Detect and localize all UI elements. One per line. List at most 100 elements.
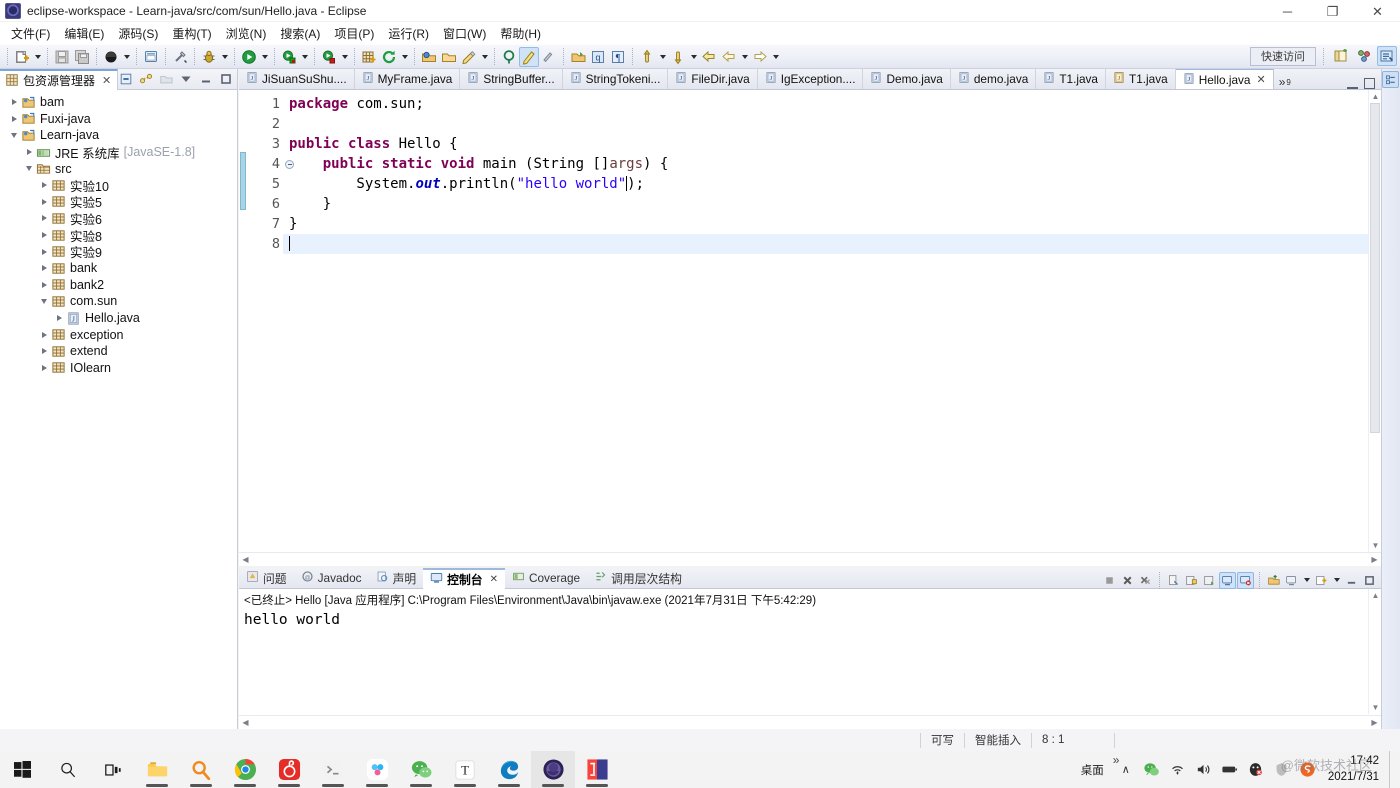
menu-refactor[interactable]: 重构(T) — [165, 23, 218, 44]
show-desktop-button[interactable] — [1389, 751, 1396, 788]
close-icon[interactable]: ✕ — [102, 74, 111, 87]
search-button[interactable] — [45, 751, 90, 788]
console-tab[interactable]: 问题 — [239, 568, 294, 589]
forward-icon[interactable] — [750, 47, 770, 67]
search-dropdown-icon[interactable] — [479, 47, 490, 67]
console-output-area[interactable]: <已终止> Hello [Java 应用程序] C:\Program Files… — [239, 589, 1368, 714]
chevron-right-icon[interactable] — [38, 343, 50, 359]
link-with-editor-icon[interactable] — [137, 70, 155, 88]
tree-item[interactable]: com.sun — [0, 293, 237, 310]
focus-on-active-task-icon[interactable] — [157, 70, 175, 88]
chevron-right-icon[interactable] — [38, 227, 50, 243]
editor-tab[interactable]: J Demo.java — [863, 69, 951, 89]
show-console-on-output-icon[interactable] — [1219, 571, 1236, 589]
java-perspective-icon[interactable] — [1377, 46, 1397, 66]
external-tools-icon[interactable] — [319, 47, 339, 67]
chevron-right-icon[interactable] — [23, 144, 35, 160]
chevron-right-icon[interactable] — [38, 177, 50, 193]
toggle-mark-occurrences-icon[interactable] — [519, 46, 539, 67]
chevron-right-icon[interactable] — [38, 327, 50, 343]
open-console-icon[interactable] — [1265, 572, 1282, 589]
tree-item[interactable]: IOlearn — [0, 360, 237, 377]
tree-item[interactable]: bank2 — [0, 277, 237, 294]
chevron-right-icon[interactable] — [38, 360, 50, 376]
battery-icon[interactable] — [1218, 751, 1242, 788]
wechat-tray-icon[interactable] — [1140, 751, 1164, 788]
code-line[interactable] — [283, 234, 1381, 254]
previous-annotation-icon[interactable] — [539, 47, 559, 67]
search-icon[interactable] — [459, 47, 479, 67]
tree-item[interactable]: J Hello.java — [0, 310, 237, 327]
desktop-label[interactable]: 桌面 — [1073, 762, 1112, 778]
tree-item[interactable]: extend — [0, 343, 237, 360]
editor-tab-active[interactable]: J Hello.java ✕ — [1175, 69, 1274, 89]
save-all-icon[interactable] — [72, 47, 92, 67]
skip-breakpoints-dropdown-icon[interactable] — [121, 47, 132, 67]
open-task-icon[interactable] — [439, 47, 459, 67]
close-button[interactable]: ✕ — [1355, 0, 1400, 22]
chevron-right-icon[interactable] — [53, 310, 65, 326]
console-horizontal-scrollbar[interactable]: ◀ ▶ — [239, 715, 1381, 729]
next-annotation-icon[interactable] — [568, 47, 588, 67]
chevron-down-icon[interactable] — [8, 127, 20, 143]
console-tab[interactable]: 调用层次结构 — [587, 568, 689, 589]
code-line[interactable]: } — [283, 214, 1381, 234]
chevron-right-icon[interactable] — [8, 111, 20, 127]
console-tab[interactable]: Coverage — [505, 568, 587, 589]
quick-access-input[interactable]: 快速访问 — [1250, 46, 1316, 66]
editor-vertical-scrollbar[interactable]: ▲ ▼ — [1368, 90, 1381, 552]
remove-launch-icon[interactable] — [1119, 572, 1136, 589]
back-icon[interactable] — [699, 47, 719, 67]
tab-package-explorer[interactable]: 包资源管理器 ✕ — [0, 68, 119, 90]
task-view-button[interactable] — [90, 751, 135, 788]
refresh-icon[interactable] — [379, 47, 399, 67]
forward-dropdown-icon[interactable] — [770, 47, 781, 67]
code-line[interactable] — [283, 114, 1381, 134]
chevron-right-icon[interactable] — [38, 260, 50, 276]
minimize-icon[interactable] — [197, 70, 215, 88]
drive-button[interactable] — [355, 751, 399, 788]
link-broken-icon[interactable] — [170, 47, 190, 67]
tree-item[interactable]: bank — [0, 260, 237, 277]
code-line[interactable]: } — [283, 194, 1381, 214]
eclipse-button[interactable] — [531, 751, 575, 788]
netease-music-button[interactable] — [267, 751, 311, 788]
file-explorer-button[interactable] — [135, 751, 179, 788]
console-tab[interactable]: @ Javadoc — [294, 568, 369, 589]
editor-tab[interactable]: Jdemo.java — [951, 69, 1037, 89]
open-perspective-icon[interactable] — [1331, 46, 1351, 66]
edge-button[interactable] — [487, 751, 531, 788]
chevron-right-icon[interactable] — [8, 94, 20, 110]
collapse-all-icon[interactable] — [117, 70, 135, 88]
chevron-down-icon[interactable] — [38, 293, 50, 309]
outline-view-icon[interactable] — [1382, 71, 1399, 88]
tree-item[interactable]: src — [0, 160, 237, 177]
wifi-icon[interactable] — [1166, 751, 1190, 788]
save-icon[interactable] — [52, 47, 72, 67]
close-icon[interactable]: ✕ — [1257, 73, 1266, 86]
scroll-left-icon[interactable]: ◀ — [239, 716, 252, 729]
menu-window[interactable]: 窗口(W) — [436, 23, 493, 44]
chevron-right-icon[interactable] — [38, 194, 50, 210]
tree-item[interactable]: exception — [0, 326, 237, 343]
new-java-class-icon[interactable] — [141, 47, 161, 67]
editor-tab[interactable]: J FileDir.java — [668, 69, 758, 89]
new-console-dropdown-icon[interactable] — [1331, 570, 1342, 590]
menu-source[interactable]: 源码(S) — [111, 23, 165, 44]
view-menu-icon[interactable] — [177, 70, 195, 88]
minimize-icon[interactable] — [1343, 572, 1360, 589]
start-button[interactable] — [0, 751, 45, 788]
editor-horizontal-scrollbar[interactable]: ◀ ▶ — [239, 552, 1381, 566]
close-icon[interactable]: ✕ — [490, 574, 498, 585]
next-edit-dropdown-icon[interactable] — [688, 47, 699, 67]
console-tab-active[interactable]: 控制台 ✕ — [423, 567, 505, 589]
tree-item[interactable]: 实验10 — [0, 177, 237, 194]
scroll-right-icon[interactable]: ▶ — [1368, 716, 1381, 729]
tree-item[interactable]: 实验5 — [0, 194, 237, 210]
code-editor[interactable]: package com.sun; public class Hello { pub… — [283, 90, 1381, 566]
tree-item[interactable]: Fuxi-java — [0, 111, 237, 128]
refresh-dropdown-icon[interactable] — [399, 47, 410, 67]
back-dropdown-icon[interactable] — [739, 47, 750, 67]
last-edit-location-icon[interactable]: q — [588, 47, 608, 67]
terminate-icon[interactable] — [1101, 572, 1118, 589]
